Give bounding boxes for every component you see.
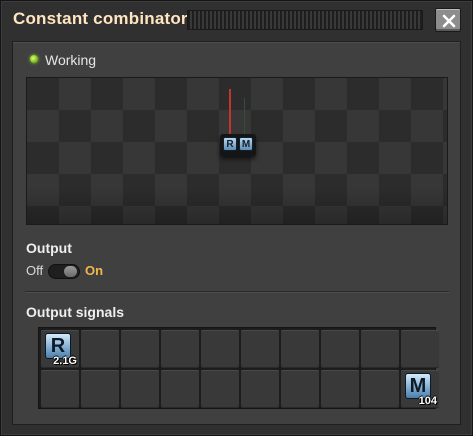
entity-signal-m: M — [239, 137, 253, 151]
entity-preview[interactable]: R M — [26, 77, 448, 225]
signal-slot[interactable] — [201, 370, 239, 408]
signal-slot[interactable] — [161, 330, 199, 368]
signal-slot[interactable] — [321, 370, 359, 408]
signal-slot[interactable] — [41, 370, 79, 408]
red-wire — [229, 89, 231, 137]
close-button[interactable] — [435, 8, 461, 32]
close-icon — [442, 14, 456, 28]
signal-slot[interactable] — [241, 370, 279, 408]
signal-slot[interactable] — [121, 370, 159, 408]
toggle-knob[interactable] — [64, 266, 77, 277]
signal-slot[interactable]: M 104 — [401, 370, 439, 408]
signal-count: 104 — [418, 395, 437, 407]
signal-slot[interactable]: R 2.1G — [41, 330, 79, 368]
signal-slot[interactable] — [281, 370, 319, 408]
title-bar[interactable]: Constant combinator — [1, 1, 472, 39]
window-title: Constant combinator — [13, 9, 188, 28]
signal-slot[interactable] — [81, 370, 119, 408]
signal-slot[interactable] — [401, 330, 439, 368]
signal-slot[interactable] — [81, 330, 119, 368]
combinator-entity: R M — [220, 134, 256, 156]
signal-slot[interactable] — [201, 330, 239, 368]
drag-handle[interactable] — [187, 10, 423, 30]
status-text: Working — [45, 52, 97, 68]
output-toggle[interactable] — [48, 264, 80, 279]
signal-slot[interactable] — [241, 330, 279, 368]
signal-slot[interactable] — [361, 330, 399, 368]
signal-slot[interactable] — [121, 330, 159, 368]
status-indicator-icon — [30, 55, 38, 63]
output-signals-label: Output signals — [26, 304, 124, 320]
green-wire — [244, 98, 245, 138]
signal-slot[interactable] — [281, 330, 319, 368]
output-label: Output — [26, 240, 72, 256]
signal-slot[interactable] — [361, 370, 399, 408]
preview-shade — [27, 186, 447, 224]
entity-signal-r: R — [223, 137, 237, 151]
constant-combinator-window: Constant combinator Working R M Output O… — [0, 0, 473, 436]
content-panel: Working R M Output Off On Output signals… — [12, 41, 461, 425]
signal-slot-grid: R 2.1G M 104 — [38, 327, 439, 409]
toggle-on-label[interactable]: On — [85, 263, 103, 278]
section-divider — [25, 291, 449, 293]
signal-count: 2.1G — [53, 355, 77, 367]
toggle-off-label[interactable]: Off — [26, 263, 43, 278]
signal-slot[interactable] — [321, 330, 359, 368]
signal-slot[interactable] — [161, 370, 199, 408]
